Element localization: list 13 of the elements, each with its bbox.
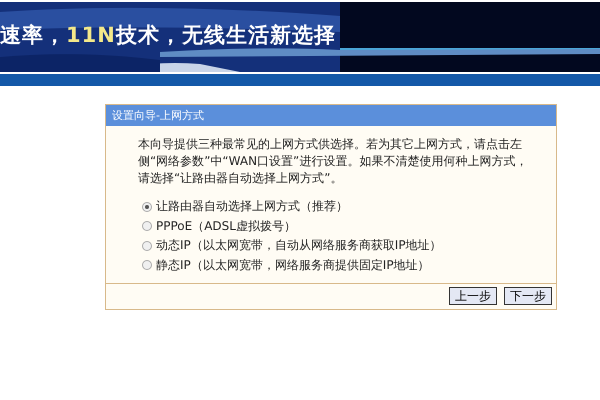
- back-button[interactable]: 上一步: [449, 287, 497, 305]
- option-label[interactable]: 静态IP（以太网宽带，网络服务商提供固定IP地址）: [156, 256, 430, 274]
- radio-button[interactable]: [142, 202, 152, 212]
- radio-button[interactable]: [142, 260, 152, 270]
- option-label[interactable]: PPPoE（ADSL虚拟拨号）: [156, 218, 296, 235]
- panel-title: 设置向导-上网方式: [106, 105, 556, 126]
- intro-text: 本向导提供三种最常见的上网方式供选择。若为其它上网方式，请点击左侧“网络参数”中“WAN口设置”进行设置。如果不清楚使用何种上网方式，请选择“让路由器自动选择上网方式”。: [138, 136, 528, 187]
- radio-button[interactable]: [142, 240, 152, 251]
- radio-button[interactable]: [142, 221, 152, 232]
- option-label[interactable]: 动态IP（以太网宽带，自动从网络服务商获取IP地址）: [156, 237, 442, 254]
- banner-slogan: 速率，11N技术，无线生活新选择: [0, 22, 336, 49]
- next-button[interactable]: 下一步: [504, 287, 552, 305]
- option-label[interactable]: 让路由器自动选择上网方式（推荐）: [156, 198, 348, 216]
